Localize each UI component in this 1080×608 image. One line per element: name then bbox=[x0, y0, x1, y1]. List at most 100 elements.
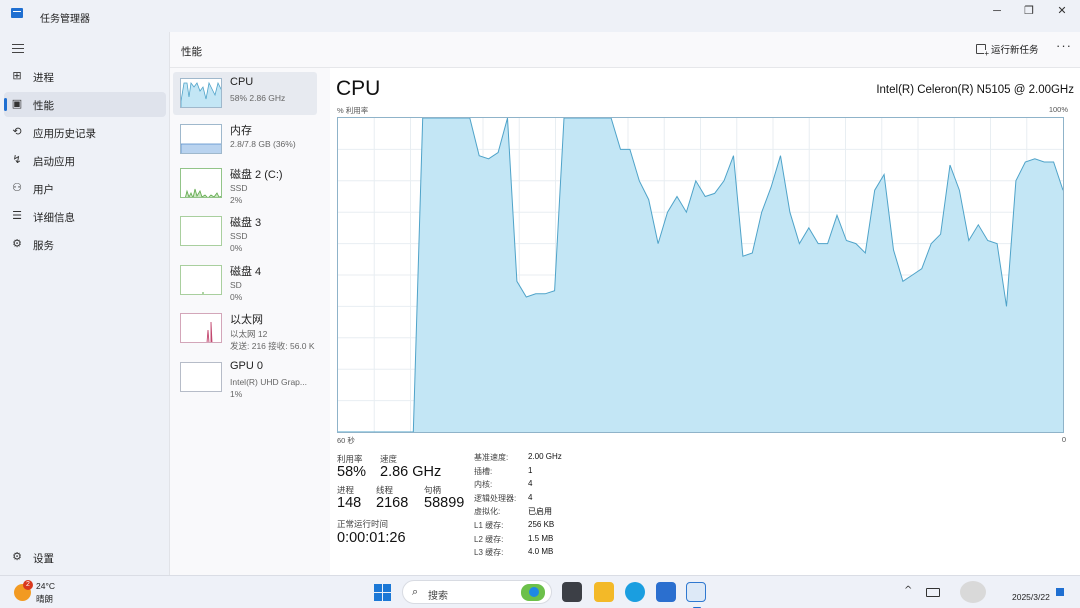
nav-item-label: 性能 bbox=[33, 100, 54, 112]
device-usage: 2% bbox=[230, 195, 243, 205]
file-explorer-icon[interactable] bbox=[594, 582, 614, 602]
task-manager-icon bbox=[11, 8, 23, 18]
device-item-disk-4[interactable]: 磁盘 4 SD 0% bbox=[173, 259, 317, 302]
taskbar-search[interactable]: ⌕ 搜索 bbox=[402, 580, 552, 604]
microsoft-store-icon[interactable] bbox=[656, 582, 676, 602]
notification-center-icon[interactable] bbox=[1056, 588, 1064, 596]
device-detail: 58% 2.86 GHz bbox=[230, 93, 286, 103]
taskbar: 2 24°C 晴朗 ⌕ 搜索 ^ 2025/3/22 bbox=[0, 575, 1080, 608]
speed-value: 2.86 GHz bbox=[380, 464, 442, 480]
cpu-detail-pane: CPU Intel(R) Celeron(R) N5105 @ 2.00GHz … bbox=[330, 68, 1080, 575]
nav-item-startup[interactable]: ↯ 启动应用 bbox=[4, 148, 166, 173]
keyboard-icon[interactable] bbox=[926, 588, 940, 597]
ethernet-thumbnail bbox=[180, 313, 222, 343]
utilization-value: 58% bbox=[337, 464, 367, 480]
title-bar: 任务管理器 ─ ❐ ✕ bbox=[0, 0, 1080, 32]
page-title: 性能 bbox=[181, 46, 202, 58]
prop-value: 1 bbox=[528, 466, 533, 475]
device-detail: 2.8/7.8 GB (36%) bbox=[230, 139, 296, 149]
disk-4-thumbnail bbox=[180, 265, 222, 295]
services-icon: ⚙ bbox=[12, 237, 22, 250]
device-item-memory[interactable]: 内存 2.8/7.8 GB (36%) bbox=[173, 118, 317, 161]
nav-item-label: 用户 bbox=[33, 184, 54, 196]
device-usage: 0% bbox=[230, 243, 243, 253]
clock-date[interactable]: 2025/3/22 bbox=[1012, 592, 1050, 602]
graph-y-max: 100% bbox=[1048, 105, 1068, 114]
task-view-icon[interactable] bbox=[562, 582, 582, 602]
prop-value: 4.0 MB bbox=[528, 547, 554, 556]
details-icon: ☰ bbox=[12, 209, 22, 222]
nav-item-label: 详细信息 bbox=[33, 212, 75, 224]
close-button[interactable]: ✕ bbox=[1045, 0, 1079, 32]
prop-value: 1.5 MB bbox=[528, 534, 554, 543]
nav-item-services[interactable]: ⚙ 服务 bbox=[4, 232, 166, 257]
nav-item-performance[interactable]: ▣ 性能 bbox=[4, 92, 166, 117]
nav-item-label: 进程 bbox=[33, 72, 54, 84]
processes-value: 148 bbox=[337, 495, 362, 511]
device-usage: 1% bbox=[230, 389, 243, 399]
weather-temperature[interactable]: 24°C bbox=[36, 581, 55, 591]
prop-value: 已启用 bbox=[528, 507, 552, 516]
minimize-button[interactable]: ─ bbox=[980, 0, 1014, 32]
navigation-rail: ⊞ 进程 ▣ 性能 ⟲ 应用历史记录 ↯ 启动应用 ⚇ 用户 ☰ 详细信息 ⚙ … bbox=[0, 32, 169, 575]
nav-item-label: 服务 bbox=[33, 240, 54, 252]
detail-title: CPU bbox=[336, 77, 381, 100]
nav-item-label: 启动应用 bbox=[33, 156, 75, 168]
search-highlight-icon bbox=[521, 584, 545, 601]
disk-2-thumbnail bbox=[180, 168, 222, 198]
startup-icon: ↯ bbox=[12, 153, 22, 166]
hamburger-icon[interactable] bbox=[12, 44, 24, 56]
device-item-cpu[interactable]: CPU 58% 2.86 GHz bbox=[173, 72, 317, 115]
search-icon: ⌕ bbox=[412, 585, 419, 598]
start-button[interactable] bbox=[374, 584, 391, 601]
cpu-graph-svg bbox=[338, 117, 1064, 433]
threads-value: 2168 bbox=[376, 495, 409, 511]
task-manager-taskbar-icon[interactable] bbox=[686, 582, 706, 608]
prop-label: L1 缓存: bbox=[474, 521, 504, 530]
prop-value: 2.00 GHz bbox=[528, 452, 562, 461]
performance-icon: ▣ bbox=[11, 97, 23, 110]
nav-item-app-history[interactable]: ⟲ 应用历史记录 bbox=[4, 120, 166, 145]
prop-label: 插槽: bbox=[474, 467, 493, 476]
nav-item-processes[interactable]: ⊞ 进程 bbox=[4, 64, 166, 89]
nav-item-details[interactable]: ☰ 详细信息 bbox=[4, 204, 166, 229]
device-item-gpu[interactable]: GPU 0 Intel(R) UHD Grap... 1% bbox=[173, 356, 317, 399]
prop-value: 4 bbox=[528, 479, 533, 488]
edge-browser-icon[interactable] bbox=[625, 582, 645, 602]
graph-x-start: 60 秒 bbox=[337, 436, 355, 445]
prop-label: L2 缓存: bbox=[474, 535, 504, 544]
search-label: 搜索 bbox=[428, 591, 448, 602]
graph-y-label: % 利用率 bbox=[337, 106, 369, 115]
weather-description[interactable]: 晴朗 bbox=[36, 593, 53, 605]
prop-label: 逻辑处理器: bbox=[474, 494, 517, 503]
run-new-task-button[interactable]: 运行新任务 bbox=[976, 42, 1039, 58]
page-header: 性能 运行新任务 ··· bbox=[170, 32, 1080, 68]
device-type: SSD bbox=[230, 231, 248, 241]
nav-item-users[interactable]: ⚇ 用户 bbox=[4, 176, 166, 201]
handles-value: 58899 bbox=[424, 495, 465, 511]
device-item-disk-2[interactable]: 磁盘 2 (C:) SSD 2% bbox=[173, 162, 317, 205]
restore-button[interactable]: ❐ bbox=[1012, 0, 1046, 32]
prop-label: 内核: bbox=[474, 480, 493, 489]
device-name: 以太网 bbox=[230, 314, 263, 326]
nav-item-label: 应用历史记录 bbox=[33, 128, 96, 140]
users-icon: ⚇ bbox=[12, 181, 22, 194]
tray-overflow-chevron-icon[interactable]: ^ bbox=[904, 585, 912, 596]
cpu-utilization-graph bbox=[337, 117, 1064, 433]
device-adapter: 以太网 12 bbox=[230, 329, 268, 339]
main-panel: 性能 运行新任务 ··· CPU 58% 2.86 GHz 内存 2.8/7.8… bbox=[169, 32, 1080, 575]
graph-x-end: 0 bbox=[1061, 435, 1066, 444]
device-name: 磁盘 3 bbox=[230, 217, 262, 229]
uptime-label: 正常运行时间 bbox=[337, 519, 389, 529]
more-options-button[interactable]: ··· bbox=[1056, 38, 1072, 53]
processes-icon: ⊞ bbox=[12, 69, 22, 82]
device-item-ethernet[interactable]: 以太网 以太网 12 发送: 216 接收: 56.0 K bbox=[173, 307, 317, 351]
notification-badge: 2 bbox=[23, 580, 33, 590]
cpu-thumbnail bbox=[180, 78, 222, 108]
device-name: 磁盘 4 bbox=[230, 266, 262, 278]
device-name: 磁盘 2 (C:) bbox=[230, 169, 283, 181]
prop-label: 基准速度: bbox=[474, 453, 509, 462]
device-item-disk-3[interactable]: 磁盘 3 SSD 0% bbox=[173, 210, 317, 253]
nav-item-settings[interactable]: ⚙ 设置 bbox=[4, 545, 166, 570]
nav-item-label: 设置 bbox=[33, 553, 54, 565]
